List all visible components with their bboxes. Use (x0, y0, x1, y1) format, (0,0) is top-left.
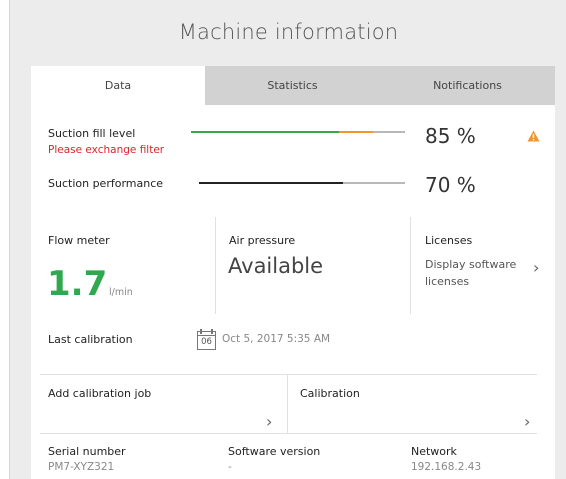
panel-title: Machine information (178, 20, 399, 44)
fill-bar-warn-segment (338, 131, 373, 133)
software-version-label: Software version (228, 445, 321, 458)
chevron-right-icon: › (533, 258, 540, 277)
calendar-icon: 06 (197, 329, 216, 350)
calendar-day: 06 (201, 337, 212, 347)
suction-fill-value: 85 % (425, 124, 476, 148)
flow-meter-label: Flow meter (48, 234, 110, 247)
network-label: Network (411, 445, 457, 458)
suction-performance-bar (199, 182, 405, 184)
tab-notifications[interactable]: Notifications (380, 66, 555, 105)
warning-triangle-icon (527, 130, 540, 142)
divider (410, 217, 411, 314)
tab-data[interactable]: Data (31, 66, 205, 105)
machine-information-panel: Machine information Data Statistics Noti… (9, 0, 566, 479)
fill-bar-rest-segment (372, 131, 405, 133)
add-calibration-job-button[interactable]: Add calibration job › (40, 375, 286, 433)
software-version-value: - (228, 461, 232, 473)
divider (40, 433, 537, 434)
display-licenses-link[interactable]: Display software licenses › (421, 256, 551, 298)
fill-bar-ok-segment (191, 131, 339, 133)
perf-bar-rest-segment (343, 182, 405, 184)
last-calibration-value: Oct 5, 2017 5:35 AM (222, 333, 331, 345)
tab-bar: Data Statistics Notifications (31, 66, 555, 105)
chevron-right-icon: › (524, 412, 531, 431)
serial-number-value: PM7-XYZ321 (48, 461, 115, 473)
divider (215, 217, 216, 314)
flow-meter-value: 1.7 (47, 264, 108, 304)
air-pressure-label: Air pressure (229, 234, 296, 247)
perf-bar-fill-segment (199, 182, 344, 184)
tab-statistics[interactable]: Statistics (205, 66, 380, 105)
licenses-label: Licenses (425, 234, 473, 247)
calibration-label: Calibration (300, 387, 360, 400)
licenses-link-line2: licenses (425, 275, 470, 288)
network-value: 192.168.2.43 (411, 461, 482, 473)
suction-fill-bar (191, 131, 405, 133)
calibration-button[interactable]: Calibration › (288, 375, 538, 433)
last-calibration-label: Last calibration (48, 333, 133, 346)
suction-fill-label: Suction fill level (48, 127, 136, 140)
suction-performance-value: 70 % (425, 173, 476, 197)
add-calibration-job-label: Add calibration job (48, 387, 152, 400)
licenses-link-line1: Display software (425, 258, 517, 271)
serial-number-label: Serial number (48, 445, 126, 458)
air-pressure-value: Available (228, 254, 324, 278)
chevron-right-icon: › (266, 412, 273, 431)
filter-warning-text: Please exchange filter (48, 144, 165, 156)
flow-meter-unit: l/min (109, 287, 133, 298)
suction-performance-label: Suction performance (48, 177, 164, 190)
content-card: Data Statistics Notifications Suction fi… (31, 66, 555, 479)
